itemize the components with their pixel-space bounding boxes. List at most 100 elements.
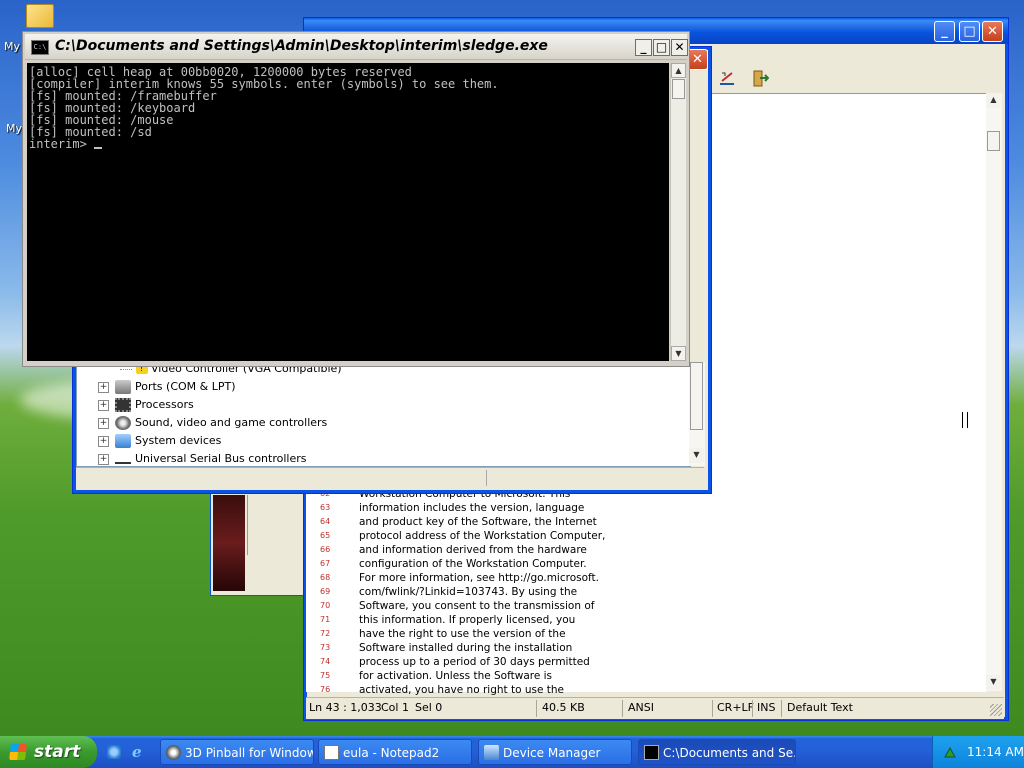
scroll-thumb[interactable] xyxy=(987,131,1000,151)
tree-item-label: Sound, video and game controllers xyxy=(135,416,328,429)
network-icon[interactable] xyxy=(943,745,957,759)
expand-icon[interactable]: + xyxy=(98,417,109,429)
clock[interactable]: 11:14 AM xyxy=(967,745,1024,759)
computer-icon xyxy=(115,434,131,448)
line-number: 67 xyxy=(320,559,331,568)
tree-item-label: Universal Serial Bus controllers xyxy=(135,452,307,465)
line-number: 74 xyxy=(320,657,331,666)
line-number: 63 xyxy=(320,503,331,512)
status-divider xyxy=(536,700,537,717)
line-number: 71 xyxy=(320,615,331,624)
text-line: and product key of the Software, the Int… xyxy=(359,516,597,528)
taskbar-item-label: Device Manager xyxy=(503,746,601,760)
tree-item-sound[interactable]: + Sound, video and game controllers xyxy=(98,414,327,432)
status-position: Ln 43 : 1,033 xyxy=(309,701,382,714)
scroll-up-arrow[interactable]: ▲ xyxy=(671,63,686,78)
status-divider xyxy=(781,700,782,717)
expand-icon[interactable]: + xyxy=(98,381,109,393)
tree-item-processors[interactable]: + Processors xyxy=(98,396,194,414)
scroll-down-arrow[interactable]: ▼ xyxy=(986,675,1001,690)
device-manager-status-bar xyxy=(76,467,704,488)
status-divider xyxy=(486,470,487,486)
desktop-icon-label: My xyxy=(6,122,23,135)
taskbar-item-console[interactable]: C:\Documents and Se... xyxy=(638,739,796,765)
close-button[interactable]: ✕ xyxy=(982,21,1003,42)
internet-explorer-icon[interactable]: e xyxy=(132,744,148,760)
line-number: 73 xyxy=(320,643,331,652)
text-line: For more information, see http://go.micr… xyxy=(359,572,599,584)
minimize-button[interactable]: _ xyxy=(635,39,652,56)
status-divider xyxy=(622,700,623,717)
close-button[interactable]: ✕ xyxy=(687,49,708,70)
text-line: Software installed during the installati… xyxy=(359,642,573,654)
line-number: 75 xyxy=(320,671,331,680)
maximize-button[interactable]: □ xyxy=(959,21,980,42)
text-line: process up to a period of 30 days permit… xyxy=(359,656,590,668)
text-line: activated, you have no right to use the xyxy=(359,684,564,696)
notepad-scrollbar[interactable]: ▲ ▼ xyxy=(986,93,1002,691)
scroll-thumb[interactable] xyxy=(672,79,685,99)
status-encoding: ANSI xyxy=(628,701,654,714)
tree-item-system-devices[interactable]: + System devices xyxy=(98,432,221,450)
console-scrollbar[interactable]: ▲ ▼ xyxy=(670,63,686,361)
minimize-button[interactable]: _ xyxy=(934,21,955,42)
status-file-size: 40.5 KB xyxy=(542,701,585,714)
tree-item-usb[interactable]: + Universal Serial Bus controllers xyxy=(98,450,306,468)
device-manager-icon xyxy=(484,745,499,760)
text-line: com/fwlink/?Linkid=103743. By using the xyxy=(359,586,578,598)
line-number: 64 xyxy=(320,517,331,526)
device-tree-scrollbar[interactable]: ▼ xyxy=(689,362,705,466)
maximize-button[interactable]: □ xyxy=(653,39,670,56)
line-number: 72 xyxy=(320,629,331,638)
notepad-status-bar xyxy=(306,697,1004,719)
expand-icon[interactable]: + xyxy=(98,453,109,465)
status-divider xyxy=(752,700,753,717)
close-button[interactable]: ✕ xyxy=(671,39,688,56)
taskbar-item-notepad[interactable]: eula - Notepad2 xyxy=(318,739,472,765)
line-number: 66 xyxy=(320,545,331,554)
text-line: protocol address of the Workstation Comp… xyxy=(359,530,606,542)
taskbar-item-pinball[interactable]: 3D Pinball for Window... xyxy=(160,739,314,765)
console-output[interactable]: [alloc] cell heap at 00bb0020, 1200000 b… xyxy=(27,63,669,361)
line-number: 70 xyxy=(320,601,331,610)
resize-grip-icon[interactable] xyxy=(990,704,1002,716)
console-icon: C:\ xyxy=(31,40,49,55)
text-line: configuration of the Workstation Compute… xyxy=(359,558,587,570)
expand-icon[interactable]: + xyxy=(98,435,109,447)
status-line-endings: CR+LF xyxy=(717,701,754,714)
text-line: have the right to use the version of the xyxy=(359,628,566,640)
line-number: 65 xyxy=(320,531,331,540)
scroll-up-arrow[interactable]: ▲ xyxy=(986,93,1001,108)
status-column: Col 1 xyxy=(381,701,409,714)
line-number: 69 xyxy=(320,587,331,596)
taskbar-item-label: C:\Documents and Se... xyxy=(663,746,796,760)
status-insert-mode: INS xyxy=(757,701,776,714)
console-title: C:\Documents and Settings\Admin\Desktop\… xyxy=(55,38,548,54)
scroll-down-arrow[interactable]: ▼ xyxy=(689,448,704,463)
status-divider xyxy=(712,700,713,717)
tree-item-ports[interactable]: + Ports (COM & LPT) xyxy=(98,378,236,396)
taskbar-item-label: 3D Pinball for Window... xyxy=(185,746,314,760)
show-desktop-icon[interactable] xyxy=(107,745,121,759)
scroll-thumb[interactable] xyxy=(690,362,703,430)
speaker-icon xyxy=(115,416,131,430)
windows-logo-icon xyxy=(9,744,27,760)
word-wrap-icon[interactable] xyxy=(719,70,737,87)
console-icon xyxy=(644,745,659,760)
taskbar-item-label: eula - Notepad2 xyxy=(343,746,440,760)
text-cursor-icon xyxy=(962,412,968,428)
exit-icon[interactable] xyxy=(751,70,770,87)
console-window[interactable]: C:\ C:\Documents and Settings\Admin\Desk… xyxy=(22,31,690,367)
pinball-icon xyxy=(166,745,181,760)
start-button[interactable]: start xyxy=(0,736,97,768)
line-number: 68 xyxy=(320,573,331,582)
text-line: and information derived from the hardwar… xyxy=(359,544,587,556)
taskbar-item-device-manager[interactable]: Device Manager xyxy=(478,739,632,765)
scroll-down-arrow[interactable]: ▼ xyxy=(671,346,686,361)
console-title-bar[interactable]: C:\ C:\Documents and Settings\Admin\Desk… xyxy=(25,34,688,60)
tree-item-label: Processors xyxy=(135,398,194,411)
desktop-icon-folder[interactable] xyxy=(26,4,54,28)
console-prompt: interim> xyxy=(29,137,95,151)
expand-icon[interactable]: + xyxy=(98,399,109,411)
text-line: this information. If properly licensed, … xyxy=(359,614,576,626)
